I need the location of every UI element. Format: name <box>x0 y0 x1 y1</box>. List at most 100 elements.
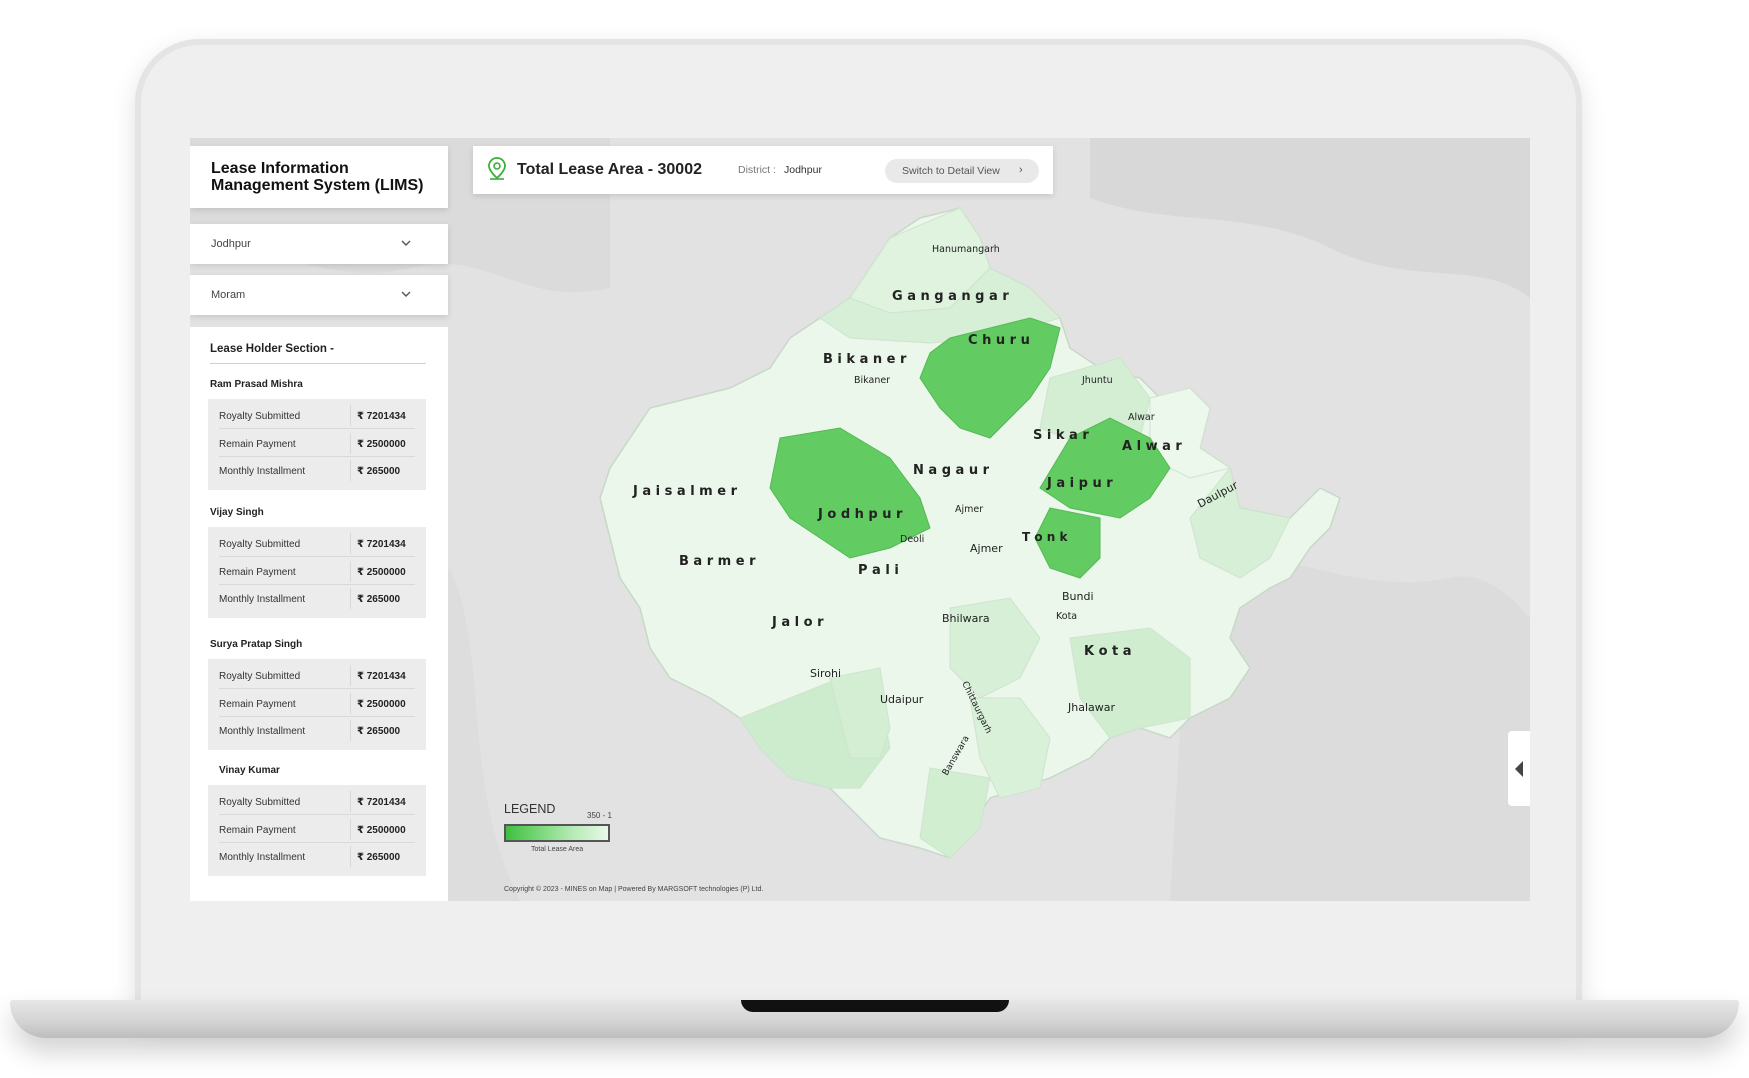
district-select-value: Jodhpur <box>211 238 251 250</box>
map-label-bundi: Bundi <box>1062 590 1094 603</box>
map-label-ajmer: Ajmer <box>970 542 1003 555</box>
chevron-right-icon: › <box>1019 164 1023 176</box>
divider <box>219 688 415 689</box>
map-label-tonk: T o n k <box>1022 530 1069 544</box>
holder-details: Royalty Submitted ₹ 7201434 Remain Payme… <box>208 785 426 876</box>
remain-payment-row: Remain Payment ₹ 2500000 <box>219 690 415 717</box>
summary-bar: Total Lease Area - 30002 District : Jodh… <box>473 146 1053 194</box>
row-label: Monthly Installment <box>219 466 306 477</box>
divider <box>350 588 351 609</box>
map-label-jhuntu: Jhuntu <box>1081 375 1113 386</box>
divider <box>219 428 415 429</box>
row-value: ₹ 265000 <box>357 726 401 737</box>
map-label-pali: P a l i <box>858 563 899 578</box>
divider <box>350 460 351 481</box>
chevron-down-icon <box>401 291 411 297</box>
remain-payment-row: Remain Payment ₹ 2500000 <box>219 558 415 585</box>
row-label: Remain Payment <box>219 825 296 836</box>
panel-collapse-toggle[interactable] <box>1508 731 1530 806</box>
holder-details: Royalty Submitted ₹ 7201434 Remain Payme… <box>208 399 426 490</box>
row-value: ₹ 2500000 <box>357 699 406 710</box>
divider <box>350 791 351 812</box>
switch-detail-view-button[interactable]: Switch to Detail View › <box>885 159 1039 183</box>
location-pin-icon <box>488 157 506 180</box>
divider <box>350 561 351 582</box>
mineral-select[interactable]: Moram <box>190 275 448 315</box>
holder-details: Royalty Submitted ₹ 7201434 Remain Payme… <box>208 659 426 750</box>
map-label-jaisalmer: J a i s a l m e r <box>632 484 738 499</box>
holder-name: Vinay Kumar <box>219 765 280 776</box>
map-label-churu: C h u r u <box>968 333 1030 348</box>
map-label-kota: K o t a <box>1084 644 1132 659</box>
monthly-installment-row: Monthly Installment ₹ 265000 <box>219 585 415 612</box>
holder-name: Vijay Singh <box>210 507 264 518</box>
row-label: Monthly Installment <box>219 852 306 863</box>
app-title-card: Lease Information Management System (LIM… <box>190 146 448 208</box>
legend-range: 350 - 1 <box>587 811 612 820</box>
mineral-select-value: Moram <box>211 289 246 301</box>
row-value: ₹ 2500000 <box>357 439 406 450</box>
map-label-deoli: Deoli <box>900 534 924 545</box>
royalty-row: Royalty Submitted ₹ 7201434 <box>219 662 415 689</box>
row-label: Monthly Installment <box>219 726 306 737</box>
remain-payment-row: Remain Payment ₹ 2500000 <box>219 816 415 843</box>
holder-name: Ram Prasad Mishra <box>210 379 303 390</box>
row-value: ₹ 2500000 <box>357 825 406 836</box>
divider <box>350 720 351 741</box>
map-label-udaipur: Udaipur <box>880 693 924 706</box>
row-value: ₹ 265000 <box>357 466 401 477</box>
map-label-jodhpur: J o d h p u r <box>817 507 903 522</box>
holder-name: Surya Pratap Singh <box>210 639 303 650</box>
legend-title: LEGEND <box>504 802 556 816</box>
map-label-jalor: J a l o r <box>771 615 824 630</box>
row-value: ₹ 7201434 <box>357 411 406 422</box>
map-label-hanumangarh: Hanumangarh <box>932 244 1000 255</box>
switch-button-label: Switch to Detail View <box>902 165 1000 177</box>
chevron-down-icon <box>401 240 411 246</box>
map-label-sirohi: Sirohi <box>810 667 841 680</box>
total-lease-area: Total Lease Area - 30002 <box>517 161 702 178</box>
divider <box>350 693 351 714</box>
holder-details: Royalty Submitted ₹ 7201434 Remain Payme… <box>208 527 426 618</box>
app-title: Lease Information Management System (LIM… <box>211 160 446 194</box>
map-label-nagaur: N a g a u r <box>913 463 990 478</box>
app-title-line1: Lease Information <box>211 160 349 177</box>
map-label-jaipur: J a i p u r <box>1046 476 1113 491</box>
map-label-sikar: S i k a r <box>1033 428 1089 443</box>
map-label-bhilwara: Bhilwara <box>942 612 990 625</box>
row-value: ₹ 265000 <box>357 852 401 863</box>
monthly-installment-row: Monthly Installment ₹ 265000 <box>219 717 415 744</box>
divider <box>350 819 351 840</box>
row-value: ₹ 2500000 <box>357 567 406 578</box>
laptop-notch <box>741 1000 1009 1012</box>
copyright-text: Copyright © 2023 - MINES on Map | Powere… <box>504 886 764 893</box>
row-value: ₹ 265000 <box>357 594 401 605</box>
district-select[interactable]: Jodhpur <box>190 224 448 264</box>
monthly-installment-row: Monthly Installment ₹ 265000 <box>219 843 415 870</box>
row-value: ₹ 7201434 <box>357 797 406 808</box>
lease-holder-panel: Lease Holder Section - Ram Prasad Mishra… <box>190 327 448 901</box>
map-label-bikaner: B i k a n e r <box>823 352 907 367</box>
map-label-barmer: B a r m e r <box>679 554 756 569</box>
divider <box>210 363 426 364</box>
map-label-bikaner-city: Bikaner <box>854 375 890 386</box>
map-label-kota-city: Kota <box>1056 611 1077 622</box>
caret-left-icon <box>1515 761 1523 777</box>
row-label: Remain Payment <box>219 439 296 450</box>
row-label: Royalty Submitted <box>219 411 301 422</box>
row-label: Royalty Submitted <box>219 797 301 808</box>
legend-caption: Total Lease Area <box>531 846 584 853</box>
map-label-alwar-city: Alwar <box>1128 412 1155 423</box>
row-label: Remain Payment <box>219 699 296 710</box>
row-label: Remain Payment <box>219 567 296 578</box>
divider <box>219 556 415 557</box>
map-label-ganganagar: G a n g a n g a r <box>892 289 1009 304</box>
legend-gradient-bar <box>504 824 610 842</box>
row-value: ₹ 7201434 <box>357 671 406 682</box>
divider <box>350 533 351 554</box>
map-label-jhalawar: Jhalawar <box>1067 701 1115 714</box>
row-label: Royalty Submitted <box>219 539 301 550</box>
lease-holder-section-title: Lease Holder Section - <box>210 343 334 355</box>
row-label: Monthly Installment <box>219 594 306 605</box>
divider <box>350 846 351 867</box>
